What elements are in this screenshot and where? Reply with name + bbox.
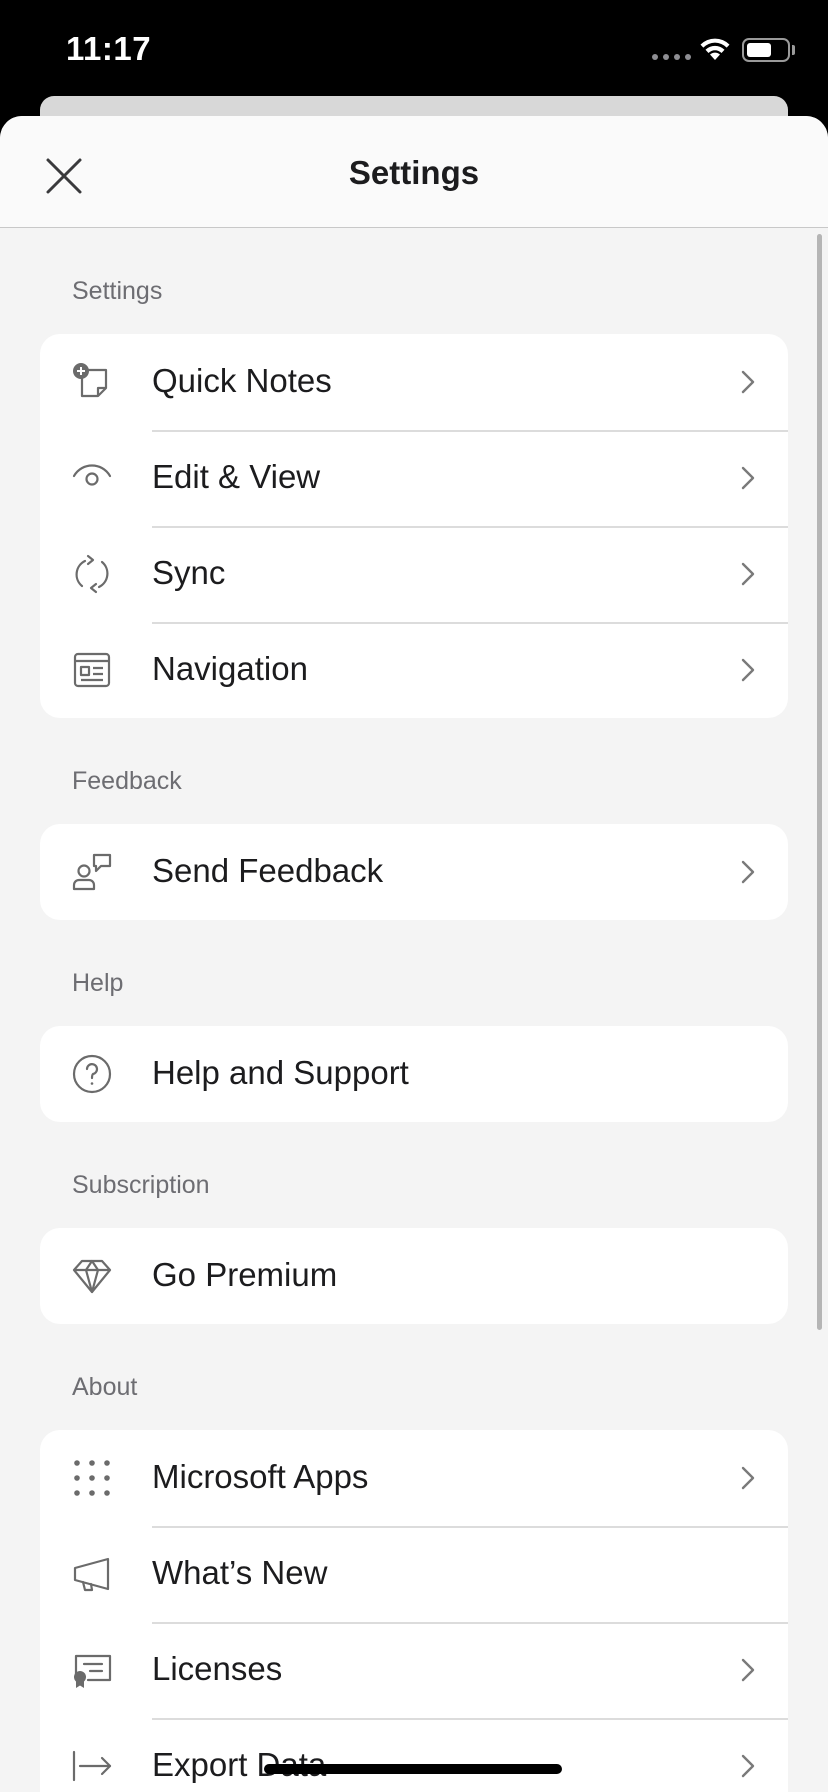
settings-item-label: Navigation bbox=[152, 650, 308, 687]
settings-item-send-feedback[interactable]: Send Feedback bbox=[40, 824, 788, 920]
settings-item-navigation[interactable]: Navigation bbox=[40, 622, 788, 718]
section-label-help: Help bbox=[72, 969, 124, 997]
section-label-settings: Settings bbox=[72, 277, 163, 305]
status-bar: 11:17 bbox=[0, 0, 828, 100]
battery-tip bbox=[792, 45, 795, 55]
subscription-card: Go Premium bbox=[40, 1228, 788, 1324]
settings-item-licenses[interactable]: Licenses bbox=[40, 1622, 788, 1718]
settings-card: Quick Notes Edit & View Sync Navigation bbox=[40, 334, 788, 718]
battery-icon bbox=[742, 38, 790, 62]
megaphone-icon bbox=[72, 1554, 112, 1594]
eye-icon bbox=[72, 458, 112, 498]
diamond-icon bbox=[72, 1256, 112, 1296]
settings-item-label: Sync bbox=[152, 554, 226, 591]
settings-item-export-data[interactable]: Export Data bbox=[40, 1718, 788, 1792]
chevron-right-icon bbox=[738, 464, 758, 492]
status-time: 11:17 bbox=[66, 30, 152, 67]
settings-item-sync[interactable]: Sync bbox=[40, 526, 788, 622]
chevron-right-icon bbox=[738, 1464, 758, 1492]
chevron-right-icon bbox=[738, 656, 758, 684]
settings-item-label: Send Feedback bbox=[152, 852, 384, 889]
sync-icon bbox=[72, 554, 112, 594]
cellular-signal-icon bbox=[652, 54, 691, 60]
feedback-card: Send Feedback bbox=[40, 824, 788, 920]
settings-item-quick-notes[interactable]: Quick Notes bbox=[40, 334, 788, 430]
settings-item-help-support[interactable]: Help and Support bbox=[40, 1026, 788, 1122]
home-indicator[interactable] bbox=[264, 1764, 562, 1774]
about-card: Microsoft Apps What’s New Licenses Expor… bbox=[40, 1430, 788, 1792]
section-label-about: About bbox=[72, 1373, 138, 1401]
chevron-right-icon bbox=[738, 1752, 758, 1780]
quick-note-icon bbox=[72, 362, 112, 402]
chevron-right-icon bbox=[738, 858, 758, 886]
chevron-right-icon bbox=[738, 368, 758, 396]
export-arrow-icon bbox=[72, 1746, 112, 1786]
settings-sheet: Settings Settings Quick Notes Edit & Vie… bbox=[0, 116, 828, 1792]
scrollbar[interactable] bbox=[817, 234, 822, 1330]
wifi-icon bbox=[698, 36, 732, 67]
settings-item-label: What’s New bbox=[152, 1554, 328, 1591]
settings-item-label: Licenses bbox=[152, 1650, 283, 1687]
settings-item-go-premium[interactable]: Go Premium bbox=[40, 1228, 788, 1324]
section-label-feedback: Feedback bbox=[72, 767, 182, 795]
sheet-header: Settings bbox=[0, 116, 828, 228]
page-title: Settings bbox=[348, 154, 480, 191]
navigation-layout-icon bbox=[72, 650, 112, 690]
section-label-subscription: Subscription bbox=[72, 1171, 210, 1199]
settings-item-label: Quick Notes bbox=[152, 362, 332, 399]
apps-grid-icon bbox=[72, 1458, 112, 1498]
question-circle-icon bbox=[72, 1054, 112, 1094]
settings-item-label: Help and Support bbox=[152, 1054, 409, 1091]
settings-item-microsoft-apps[interactable]: Microsoft Apps bbox=[40, 1430, 788, 1526]
settings-item-whats-new[interactable]: What’s New bbox=[40, 1526, 788, 1622]
settings-item-label: Microsoft Apps bbox=[152, 1458, 369, 1495]
settings-item-label: Edit & View bbox=[152, 458, 321, 495]
certificate-icon bbox=[72, 1650, 112, 1690]
settings-item-label: Go Premium bbox=[152, 1256, 338, 1293]
person-feedback-icon bbox=[72, 852, 112, 892]
chevron-right-icon bbox=[738, 1656, 758, 1684]
settings-item-edit-view[interactable]: Edit & View bbox=[40, 430, 788, 526]
chevron-right-icon bbox=[738, 560, 758, 588]
help-card: Help and Support bbox=[40, 1026, 788, 1122]
